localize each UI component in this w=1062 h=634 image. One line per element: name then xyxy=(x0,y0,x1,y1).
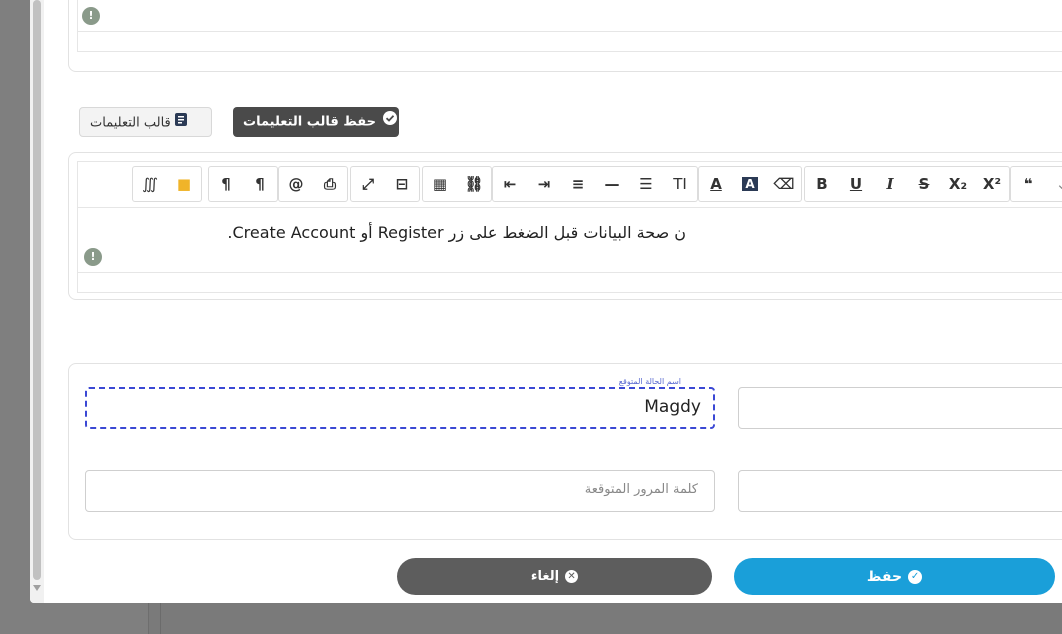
instructions-template-button[interactable]: قالب التعليمات xyxy=(79,107,212,137)
unlink-icon[interactable]: ⛓ xyxy=(457,167,491,201)
toolbar-group-direction: ¶ ¶ xyxy=(208,166,278,202)
editor-divider xyxy=(78,272,1062,273)
expected-name-label: اسم الحالة المتوقع xyxy=(616,377,683,386)
mention-icon[interactable]: @ xyxy=(279,167,313,201)
editor-toolbar: ∭ ■ ¶ ¶ @ ⎙ ⤢ ⊟ ▦ ⛓ ⇤ ⇥ ≡ — ☰ TI A A ⌫ B… xyxy=(77,161,1062,208)
toolbar-group-color: A A ⌫ xyxy=(698,166,802,202)
outdent-icon[interactable]: ⇤ xyxy=(493,167,527,201)
italic-icon[interactable]: I xyxy=(873,167,907,201)
rtl-paragraph-icon[interactable]: ¶ xyxy=(209,167,243,201)
backdrop-panel-inner xyxy=(160,600,1062,634)
toolbar-group-tools: @ ⎙ xyxy=(278,166,348,202)
background-color-icon[interactable]: A xyxy=(733,167,767,201)
cancel-button[interactable]: إلغاء ✕ xyxy=(397,558,712,595)
indent-icon[interactable]: ⇥ xyxy=(527,167,561,201)
expected-name-value: Magdy xyxy=(644,397,701,417)
scroll-thumb[interactable] xyxy=(33,0,41,580)
expected-name-field[interactable]: اسم الحالة المتوقع Magdy xyxy=(85,377,715,429)
underline-icon[interactable]: U xyxy=(839,167,873,201)
instructions-editor-body[interactable]: ن صحة البيانات قبل الضغط على زر Register… xyxy=(77,207,1062,293)
right-field-1[interactable] xyxy=(738,387,1062,429)
ltr-paragraph-icon[interactable]: ¶ xyxy=(243,167,277,201)
toolbar-group-insert: ▦ ⛓ xyxy=(422,166,492,202)
superscript-icon[interactable]: X² xyxy=(975,167,1009,201)
check-circle-icon: ✓ xyxy=(908,569,923,584)
warning-icon: ! xyxy=(82,7,100,25)
align-left-icon[interactable]: ≡ xyxy=(561,167,595,201)
close-circle-icon: ✕ xyxy=(565,570,579,583)
eraser-icon[interactable]: ⌫ xyxy=(767,167,801,201)
right-field-2[interactable] xyxy=(738,470,1062,512)
save-label: حفظ xyxy=(866,568,903,585)
strikethrough-icon[interactable]: S xyxy=(907,167,941,201)
instructions-editor-card: ∭ ■ ¶ ¶ @ ⎙ ⤢ ⊟ ▦ ⛓ ⇤ ⇥ ≡ — ☰ TI A A ⌫ B… xyxy=(68,152,1062,300)
toolbar-group-format: B U I S X₂ X² xyxy=(804,166,1010,202)
editor-card-top: ! xyxy=(68,0,1062,72)
save-button[interactable]: حفظ ✓ xyxy=(734,558,1055,595)
editor-top-divider xyxy=(78,31,1062,32)
horizontal-rule-icon[interactable]: — xyxy=(595,167,629,201)
save-instructions-template-button[interactable]: حفظ قالب التعليمات xyxy=(233,107,399,137)
font-color-icon[interactable]: A xyxy=(699,167,733,201)
scroll-down-arrow-icon[interactable] xyxy=(33,585,41,591)
instructions-template-label: قالب التعليمات xyxy=(90,115,171,131)
expected-password-placeholder: كلمة المرور المتوقعة xyxy=(584,482,698,497)
block-layout-icon[interactable]: ⊟ xyxy=(385,167,419,201)
expected-password-field[interactable]: كلمة المرور المتوقعة xyxy=(85,470,715,512)
bold-icon[interactable]: B xyxy=(805,167,839,201)
editor-content: ن صحة البيانات قبل الضغط على زر Register… xyxy=(227,223,686,242)
editor-top-body[interactable]: ! xyxy=(77,0,1062,52)
font-size-icon[interactable]: TI xyxy=(663,167,697,201)
chevron-down-icon[interactable]: ⌄ xyxy=(1045,167,1062,201)
toolbar-group-misc: ∭ ■ xyxy=(132,166,202,202)
warning-icon: ! xyxy=(84,248,102,266)
save-instructions-template-label: حفظ قالب التعليمات xyxy=(243,114,376,130)
toolbar-group-view: ⤢ ⊟ xyxy=(350,166,420,202)
print-icon[interactable]: ⎙ xyxy=(313,167,347,201)
blockquote-icon[interactable]: ❝ xyxy=(1011,167,1045,201)
ordered-list-icon[interactable]: ☰ xyxy=(629,167,663,201)
cancel-label: إلغاء xyxy=(530,569,560,584)
fullscreen-icon[interactable]: ⤢ xyxy=(351,167,385,201)
formula-icon[interactable]: ∭ xyxy=(133,167,167,201)
test-data-form-card: اسم الحالة المتوقع Magdy كلمة المرور الم… xyxy=(68,363,1062,540)
subscript-icon[interactable]: X₂ xyxy=(941,167,975,201)
table-icon[interactable]: ▦ xyxy=(423,167,457,201)
toolbar-group-paragraph: ⇤ ⇥ ≡ — ☰ TI xyxy=(492,166,698,202)
check-circle-icon xyxy=(382,107,397,137)
modal-dialog: ! قالب التعليمات حفظ قالب التعليمات ∭ ■ … xyxy=(30,0,1062,603)
toolbar-group-quote: ❝ ⌄ xyxy=(1010,166,1062,202)
scrollbar[interactable] xyxy=(30,0,44,603)
document-icon xyxy=(174,108,187,138)
folder-icon[interactable]: ■ xyxy=(167,167,201,201)
